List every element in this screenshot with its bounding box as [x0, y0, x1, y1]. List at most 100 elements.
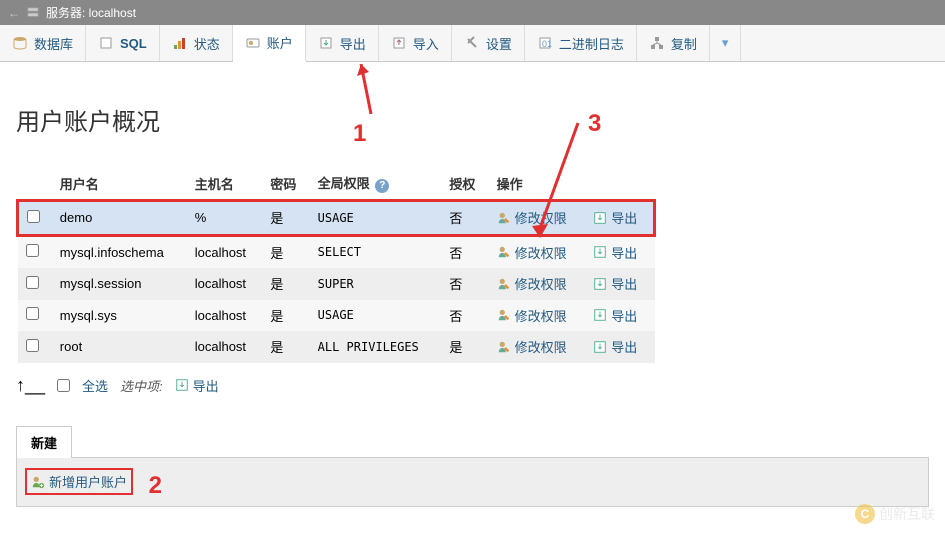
cell-global: USAGE: [310, 201, 442, 236]
cell-host: localhost: [187, 331, 263, 363]
edit-privileges-link[interactable]: 修改权限: [497, 306, 567, 325]
tab-replication[interactable]: 复制: [637, 25, 710, 61]
export-icon: [593, 245, 607, 259]
export-user-link[interactable]: 导出: [593, 274, 637, 293]
main-tabs: 数据库 SQL 状态 账户 导出 导入 设置 01二进制日志 复制 ▾: [0, 25, 945, 62]
table-row: mysql.infoschema localhost 是 SELECT 否 修改…: [18, 235, 655, 268]
col-action: 操作: [489, 167, 586, 201]
cell-host: localhost: [187, 300, 263, 332]
col-user: 用户名: [52, 167, 187, 201]
col-global: 全局权限 ?: [310, 167, 442, 201]
user-accounts-table: 用户名 主机名 密码 全局权限 ? 授权 操作 demo % 是 USAGE 否…: [16, 167, 656, 363]
cell-password: 是: [262, 331, 309, 363]
export-user-link[interactable]: 导出: [593, 306, 637, 325]
table-row: mysql.session localhost 是 SUPER 否 修改权限 导…: [18, 268, 655, 300]
edit-privileges-link[interactable]: 修改权限: [497, 243, 567, 262]
export-icon: [318, 35, 334, 51]
cell-grant: 是: [441, 331, 488, 363]
row-checkbox[interactable]: [26, 276, 39, 289]
user-edit-icon: [497, 308, 511, 322]
replication-icon: [649, 35, 665, 51]
cell-host: localhost: [187, 268, 263, 300]
cell-user: mysql.infoschema: [52, 235, 187, 268]
cell-user: demo: [52, 201, 187, 236]
selected-label: 选中项:: [120, 376, 163, 395]
col-grant: 授权: [441, 167, 488, 201]
settings-icon: [464, 35, 480, 51]
server-bar: ← 服务器: localhost: [0, 0, 945, 25]
add-user-link[interactable]: 新增用户账户: [25, 468, 133, 495]
accounts-icon: [245, 35, 261, 51]
sql-icon: [98, 35, 114, 51]
table-row: root localhost 是 ALL PRIVILEGES 是 修改权限 导…: [18, 331, 655, 363]
page-title: 用户账户概况: [16, 102, 929, 137]
cell-password: 是: [262, 300, 309, 332]
nav-arrow-icon[interactable]: ←: [8, 6, 20, 20]
cell-user: mysql.sys: [52, 300, 187, 332]
export-icon: [593, 308, 607, 322]
export-user-link[interactable]: 导出: [593, 208, 637, 227]
cell-global: USAGE: [310, 300, 442, 332]
checkall-row: ↑__ 全选 选中项: 导出: [16, 375, 929, 396]
cell-grant: 否: [441, 300, 488, 332]
cell-password: 是: [262, 268, 309, 300]
checkall-checkbox[interactable]: [57, 379, 70, 392]
edit-privileges-link[interactable]: 修改权限: [497, 274, 567, 293]
export-selected[interactable]: 导出: [175, 376, 219, 395]
cell-host: localhost: [187, 235, 263, 268]
user-edit-icon: [497, 245, 511, 259]
export-icon: [593, 340, 607, 354]
cell-grant: 否: [441, 235, 488, 268]
content-area: 用户账户概况 用户名 主机名 密码 全局权限 ? 授权 操作 demo % 是 …: [0, 62, 945, 527]
col-host: 主机名: [187, 167, 263, 201]
user-edit-icon: [497, 340, 511, 354]
user-edit-icon: [497, 211, 511, 225]
tab-binlog[interactable]: 01二进制日志: [525, 25, 637, 61]
table-row: mysql.sys localhost 是 USAGE 否 修改权限 导出: [18, 300, 655, 332]
tab-export[interactable]: 导出: [306, 25, 379, 61]
tab-status[interactable]: 状态: [160, 25, 233, 61]
row-checkbox[interactable]: [26, 244, 39, 257]
export-user-link[interactable]: 导出: [593, 337, 637, 356]
tab-database[interactable]: 数据库: [0, 25, 86, 61]
add-user-icon: [31, 475, 45, 489]
export-icon: [593, 211, 607, 225]
status-icon: [172, 35, 188, 51]
col-password: 密码: [262, 167, 309, 201]
cell-password: 是: [262, 235, 309, 268]
row-checkbox[interactable]: [26, 307, 39, 320]
row-checkbox[interactable]: [27, 210, 40, 223]
cell-password: 是: [262, 201, 309, 236]
tab-more[interactable]: ▾: [710, 25, 742, 61]
svg-text:01: 01: [542, 39, 552, 49]
cell-user: root: [52, 331, 187, 363]
binlog-icon: 01: [537, 35, 553, 51]
new-section-title: 新建: [16, 426, 72, 458]
row-checkbox[interactable]: [26, 339, 39, 352]
server-label: 服务器: localhost: [46, 4, 136, 21]
cell-grant: 否: [441, 201, 488, 236]
tab-sql[interactable]: SQL: [86, 25, 160, 61]
cell-global: SUPER: [310, 268, 442, 300]
watermark: C 创新互联: [855, 504, 935, 524]
edit-privileges-link[interactable]: 修改权限: [497, 337, 567, 356]
tab-settings[interactable]: 设置: [452, 25, 525, 61]
cell-host: %: [187, 201, 263, 236]
cell-global: SELECT: [310, 235, 442, 268]
help-icon[interactable]: ?: [375, 179, 389, 193]
annotation-2: 2: [149, 472, 162, 499]
export-user-link[interactable]: 导出: [593, 243, 637, 262]
server-icon: [26, 6, 40, 20]
database-icon: [12, 35, 28, 51]
tab-import[interactable]: 导入: [379, 25, 452, 61]
export-icon: [175, 378, 189, 392]
cell-grant: 否: [441, 268, 488, 300]
checkall-link[interactable]: 全选: [82, 376, 108, 395]
tab-accounts[interactable]: 账户: [233, 25, 306, 62]
table-row: demo % 是 USAGE 否 修改权限 导出: [18, 201, 655, 236]
new-section: 新建 新增用户账户 2: [16, 426, 929, 507]
cell-global: ALL PRIVILEGES: [310, 331, 442, 363]
user-edit-icon: [497, 277, 511, 291]
edit-privileges-link[interactable]: 修改权限: [497, 208, 567, 227]
cell-user: mysql.session: [52, 268, 187, 300]
